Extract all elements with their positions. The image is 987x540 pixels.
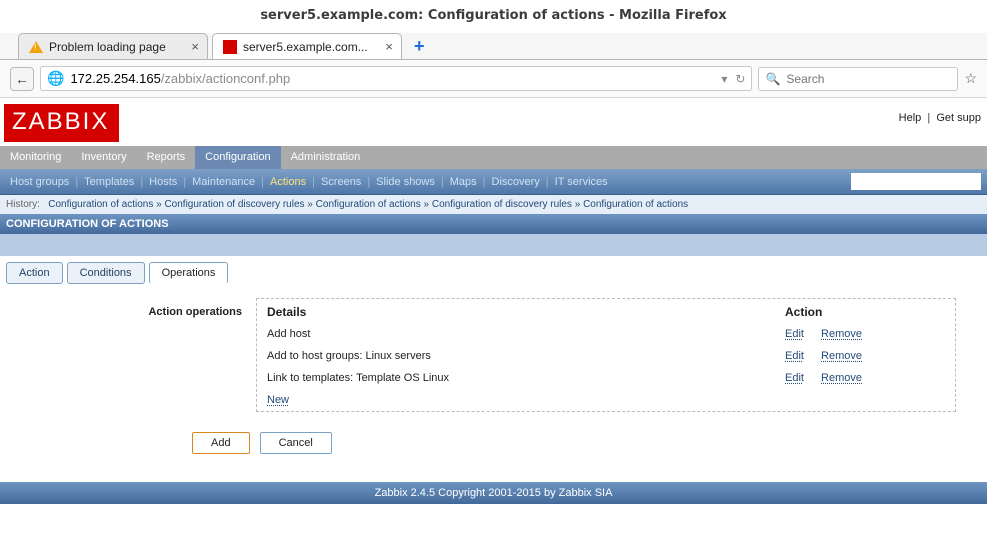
subnav-screens[interactable]: Screens <box>317 176 365 188</box>
add-button[interactable]: Add <box>192 432 250 454</box>
top-right-links: Help | Get supp <box>899 112 981 124</box>
nav-inventory[interactable]: Inventory <box>71 146 136 169</box>
globe-icon: 🌐 <box>47 70 64 87</box>
action-operations-label: Action operations <box>12 298 242 318</box>
subnav-discovery[interactable]: Discovery <box>488 176 544 188</box>
browser-search-bar[interactable]: 🔍 <box>758 67 958 91</box>
window-title: server5.example.com: Configuration of ac… <box>0 0 987 33</box>
search-icon: 🔍 <box>765 72 780 86</box>
footer: Zabbix 2.4.5 Copyright 2001-2015 by Zabb… <box>0 482 987 504</box>
subnav-templates[interactable]: Templates <box>80 176 138 188</box>
browser-tab[interactable]: Problem loading page × <box>18 33 208 59</box>
subnav-host-groups[interactable]: Host groups <box>6 176 73 188</box>
browser-tab[interactable]: server5.example.com... × <box>212 33 402 59</box>
table-row: Add host Edit Remove <box>257 323 955 345</box>
operations-box: Details Action Add host Edit Remove Add … <box>256 298 956 412</box>
breadcrumb-item[interactable]: Configuration of actions <box>316 199 421 210</box>
main-nav: Monitoring Inventory Reports Configurati… <box>0 146 987 169</box>
op-detail: Link to templates: Template OS Linux <box>257 367 775 389</box>
table-row: Link to templates: Template OS Linux Edi… <box>257 367 955 389</box>
browser-tab-strip: Problem loading page × server5.example.c… <box>0 33 987 60</box>
sub-nav: Host groups| Templates| Hosts| Maintenan… <box>0 169 987 195</box>
back-button[interactable]: ← <box>10 67 34 91</box>
breadcrumb-item[interactable]: Configuration of actions <box>583 199 688 210</box>
bookmark-star-icon[interactable]: ☆ <box>964 70 977 87</box>
edit-link[interactable]: Edit <box>785 372 804 384</box>
url-bar[interactable]: 🌐 172.25.254.165/zabbix/actionconf.php ▾… <box>40 66 752 91</box>
url-host: 172.25.254.165 <box>70 71 160 86</box>
new-tab-button[interactable]: + <box>406 37 433 59</box>
address-toolbar: ← 🌐 172.25.254.165/zabbix/actionconf.php… <box>0 60 987 98</box>
arrow-left-icon: ← <box>15 71 29 87</box>
get-support-link[interactable]: Get supp <box>936 112 981 124</box>
browser-tab-label: server5.example.com... <box>243 40 368 54</box>
breadcrumb-item[interactable]: Configuration of actions <box>48 199 153 210</box>
cancel-button[interactable]: Cancel <box>260 432 332 454</box>
subnav-it-services[interactable]: IT services <box>551 176 612 188</box>
op-detail: Add to host groups: Linux servers <box>257 345 775 367</box>
breadcrumb: History: Configuration of actions » Conf… <box>0 195 987 214</box>
tabs-row: Action Conditions Operations <box>0 256 987 290</box>
zabbix-search-input[interactable] <box>851 173 981 190</box>
table-row: Add to host groups: Linux servers Edit R… <box>257 345 955 367</box>
remove-link[interactable]: Remove <box>821 350 862 362</box>
breadcrumb-item[interactable]: Configuration of discovery rules <box>432 199 572 210</box>
tab-operations[interactable]: Operations <box>149 262 229 284</box>
footer-link[interactable]: Zabbix 2.4.5 Copyright 2001-2015 by Zabb… <box>375 487 613 499</box>
subnav-actions[interactable]: Actions <box>266 176 310 188</box>
breadcrumb-item[interactable]: Configuration of discovery rules <box>164 199 304 210</box>
col-details: Details <box>257 299 775 323</box>
edit-link[interactable]: Edit <box>785 350 804 362</box>
remove-link[interactable]: Remove <box>821 328 862 340</box>
tab-conditions[interactable]: Conditions <box>67 262 145 284</box>
form-buttons: Add Cancel <box>0 426 987 468</box>
page-title: CONFIGURATION OF ACTIONS <box>0 214 987 234</box>
form-area: Action operations Details Action Add hos… <box>0 290 987 426</box>
op-detail: Add host <box>257 323 775 345</box>
tab-action[interactable]: Action <box>6 262 63 284</box>
breadcrumb-label: History: <box>6 199 40 210</box>
url-path: /zabbix/actionconf.php <box>161 71 290 86</box>
subnav-slide-shows[interactable]: Slide shows <box>372 176 439 188</box>
browser-tab-label: Problem loading page <box>49 40 166 54</box>
help-link[interactable]: Help <box>899 112 922 124</box>
subnav-hosts[interactable]: Hosts <box>145 176 181 188</box>
browser-search-input[interactable] <box>784 71 951 87</box>
nav-monitoring[interactable]: Monitoring <box>0 146 71 169</box>
dropdown-icon[interactable]: ▾ <box>721 72 727 86</box>
edit-link[interactable]: Edit <box>785 328 804 340</box>
nav-configuration[interactable]: Configuration <box>195 146 280 169</box>
nav-administration[interactable]: Administration <box>281 146 371 169</box>
col-action: Action <box>775 299 955 323</box>
header-spacer <box>0 234 987 256</box>
reload-icon[interactable]: ↻ <box>735 72 745 86</box>
zabbix-favicon <box>223 40 237 54</box>
close-icon[interactable]: × <box>191 40 199 53</box>
subnav-maps[interactable]: Maps <box>446 176 481 188</box>
new-operation-link[interactable]: New <box>267 394 289 406</box>
zabbix-logo[interactable]: ZABBIX <box>4 104 119 142</box>
subnav-maintenance[interactable]: Maintenance <box>188 176 259 188</box>
remove-link[interactable]: Remove <box>821 372 862 384</box>
close-icon[interactable]: × <box>385 40 393 53</box>
warning-icon <box>29 41 43 53</box>
nav-reports[interactable]: Reports <box>137 146 196 169</box>
